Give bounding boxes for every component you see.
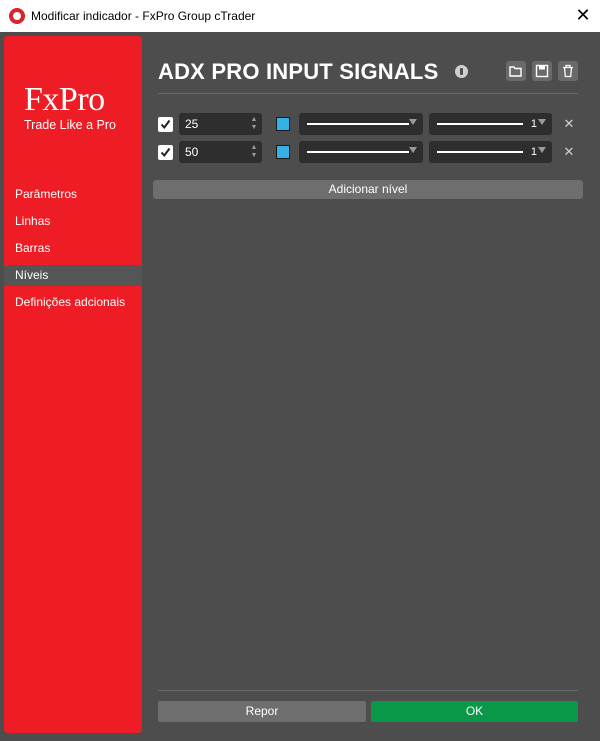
line-style-preview (307, 123, 409, 125)
checkmark-icon (160, 119, 171, 130)
brand-tagline: Trade Like a Pro (24, 118, 116, 132)
line-thickness-select[interactable]: 1 (429, 113, 552, 135)
sidebar-item-definicoes-adicionais[interactable]: Definições adcionais (4, 292, 142, 313)
header-divider (158, 93, 578, 94)
level-row: 50 ▲ ▼ 1 ✕ (158, 141, 578, 163)
chevron-down-icon (538, 147, 546, 153)
level-value-input[interactable]: 50 ▲ ▼ (179, 141, 262, 163)
open-folder-icon (509, 66, 522, 77)
sidebar-item-niveis[interactable]: Níveis (4, 265, 142, 286)
spinner-arrows-icon[interactable]: ▲ ▼ (250, 144, 258, 160)
level-color-swatch[interactable] (276, 117, 290, 131)
remove-level-button[interactable]: ✕ (562, 113, 576, 135)
indicator-title: ADX PRO INPUT SIGNALS (158, 59, 439, 84)
level-value-input[interactable]: 25 ▲ ▼ (179, 113, 262, 135)
info-icon[interactable] (455, 65, 468, 78)
line-thickness-preview (437, 151, 523, 153)
level-enabled-checkbox[interactable] (158, 145, 173, 160)
app-icon (9, 8, 25, 24)
checkmark-icon (160, 147, 171, 158)
chevron-down-icon (538, 119, 546, 125)
level-value: 25 (185, 117, 199, 131)
line-thickness-value: 1 (530, 118, 537, 130)
line-thickness-select[interactable]: 1 (429, 141, 552, 163)
save-button[interactable] (532, 61, 552, 81)
ok-button[interactable]: OK (371, 701, 578, 722)
add-level-button[interactable]: Adicionar nível (153, 180, 583, 199)
level-color-swatch[interactable] (276, 145, 290, 159)
level-row: 25 ▲ ▼ 1 ✕ (158, 113, 578, 135)
chevron-down-icon (409, 147, 417, 153)
reset-button[interactable]: Repor (158, 701, 366, 722)
chevron-down-icon (409, 119, 417, 125)
line-style-preview (307, 151, 409, 153)
level-value: 50 (185, 145, 199, 159)
close-button[interactable]: ✕ (570, 4, 596, 28)
title-bar: Modificar indicador - FxPro Group cTrade… (0, 0, 600, 32)
line-style-select[interactable] (299, 113, 423, 135)
line-thickness-preview (437, 123, 523, 125)
remove-level-button[interactable]: ✕ (562, 141, 576, 163)
spinner-arrows-icon[interactable]: ▲ ▼ (250, 116, 258, 132)
sidebar-item-linhas[interactable]: Linhas (4, 211, 142, 232)
save-icon (535, 64, 549, 78)
line-thickness-value: 1 (530, 146, 537, 158)
line-style-select[interactable] (299, 141, 423, 163)
footer-divider (158, 690, 578, 691)
sidebar-item-barras[interactable]: Barras (4, 238, 142, 259)
delete-button[interactable] (558, 61, 578, 81)
level-enabled-checkbox[interactable] (158, 117, 173, 132)
sidebar-item-parametros[interactable]: Parâmetros (4, 184, 142, 205)
sidebar: FxPro Trade Like a Pro (4, 36, 142, 733)
window-title: Modificar indicador - FxPro Group cTrade… (31, 9, 256, 23)
trash-icon (563, 64, 573, 78)
open-button[interactable] (506, 61, 526, 81)
fxpro-logo: FxPro (24, 81, 105, 118)
